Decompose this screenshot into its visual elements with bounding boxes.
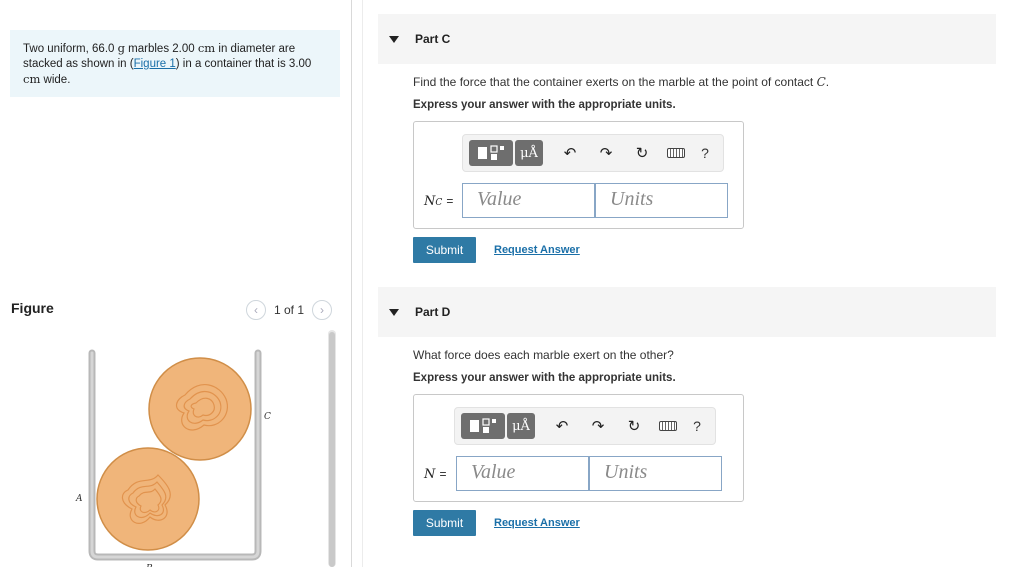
figure-heading: Figure (11, 300, 54, 316)
unit-cm: cm (197, 41, 216, 55)
math-toolbar: μÅ ↶ ↷ ↻ ? (454, 407, 716, 445)
part-d-header[interactable]: Part D (378, 287, 996, 337)
figure-pager: ‹ 1 of 1 › (246, 300, 333, 320)
undo-icon[interactable]: ↶ (545, 413, 579, 439)
help-icon[interactable]: ? (693, 140, 717, 166)
marble-top (148, 357, 252, 461)
var-sub: C (435, 198, 443, 208)
problem-text: wide. (40, 74, 71, 86)
problem-text: ) in a container that is 3.00 (175, 58, 312, 70)
part-c-question: Find the force that the container exerts… (413, 75, 829, 89)
part-c-request-answer-link[interactable]: Request Answer (494, 244, 580, 256)
column-divider (362, 0, 363, 567)
unit-cm: cm (23, 72, 41, 86)
redo-icon[interactable]: ↷ (589, 140, 623, 166)
collapse-triangle-icon[interactable] (389, 308, 399, 316)
keyboard-icon[interactable] (661, 140, 691, 166)
unit-g: g (117, 41, 125, 55)
part-title: Part D (415, 305, 451, 319)
var-main: N (424, 194, 436, 209)
units-icon[interactable]: μÅ (515, 140, 543, 166)
units-icon[interactable]: μÅ (507, 413, 535, 439)
part-c-header[interactable]: Part C (378, 14, 996, 64)
value-input[interactable]: Value (462, 183, 595, 218)
templates-icon[interactable] (461, 413, 505, 439)
equals-sign: = (446, 194, 454, 208)
marble-container-diagram: C A B (75, 349, 271, 567)
part-d-question: What force does each marble exert on the… (413, 348, 674, 362)
column-divider (351, 0, 352, 567)
reset-icon[interactable]: ↻ (617, 413, 651, 439)
question-text: What force does each marble exert on the… (413, 348, 674, 362)
undo-icon[interactable]: ↶ (553, 140, 587, 166)
marble-bottom (96, 447, 200, 551)
answer-variable-label: N = (424, 467, 447, 482)
point-label-c: C (264, 412, 271, 422)
point-label-a: A (75, 494, 83, 504)
problem-statement: Two uniform, 66.0 g marbles 2.00 cm in d… (10, 30, 340, 97)
chevron-left-icon[interactable]: ‹ (246, 300, 266, 320)
problem-text: Two uniform, 66.0 (23, 43, 118, 55)
part-c-answer-box: μÅ ↶ ↷ ↻ ? NC = Value Units (413, 121, 744, 229)
units-input[interactable]: Units (595, 183, 728, 218)
chevron-right-icon[interactable]: › (312, 300, 333, 320)
redo-icon[interactable]: ↷ (581, 413, 615, 439)
equals-sign: = (439, 467, 447, 481)
part-d-instruction: Express your answer with the appropriate… (413, 372, 676, 384)
figure-link[interactable]: Figure 1 (134, 58, 176, 70)
pager-count: 1 of 1 (274, 303, 305, 317)
math-toolbar: μÅ ↶ ↷ ↻ ? (462, 134, 724, 172)
var-main: N (424, 467, 436, 482)
part-c-submit-button[interactable]: Submit (413, 237, 476, 263)
answer-variable-label: NC = (424, 194, 453, 209)
part-d-request-answer-link[interactable]: Request Answer (494, 517, 580, 529)
part-d-answer-box: μÅ ↶ ↷ ↻ ? N = Value Units (413, 394, 744, 502)
problem-text: marbles 2.00 (124, 43, 198, 55)
question-variable: C (816, 75, 826, 89)
figure-image: C A B (0, 325, 345, 567)
question-text: . (825, 75, 830, 89)
question-text: Find the force that the container exerts… (413, 75, 817, 89)
part-title: Part C (415, 32, 451, 46)
templates-icon[interactable] (469, 140, 513, 166)
figure-scrollbar-thumb[interactable] (329, 332, 335, 567)
units-input[interactable]: Units (589, 456, 722, 491)
part-d-submit-button[interactable]: Submit (413, 510, 476, 536)
reset-icon[interactable]: ↻ (625, 140, 659, 166)
part-c-instruction: Express your answer with the appropriate… (413, 99, 676, 111)
help-icon[interactable]: ? (685, 413, 709, 439)
collapse-triangle-icon[interactable] (389, 35, 399, 43)
value-input[interactable]: Value (456, 456, 589, 491)
keyboard-icon[interactable] (653, 413, 683, 439)
